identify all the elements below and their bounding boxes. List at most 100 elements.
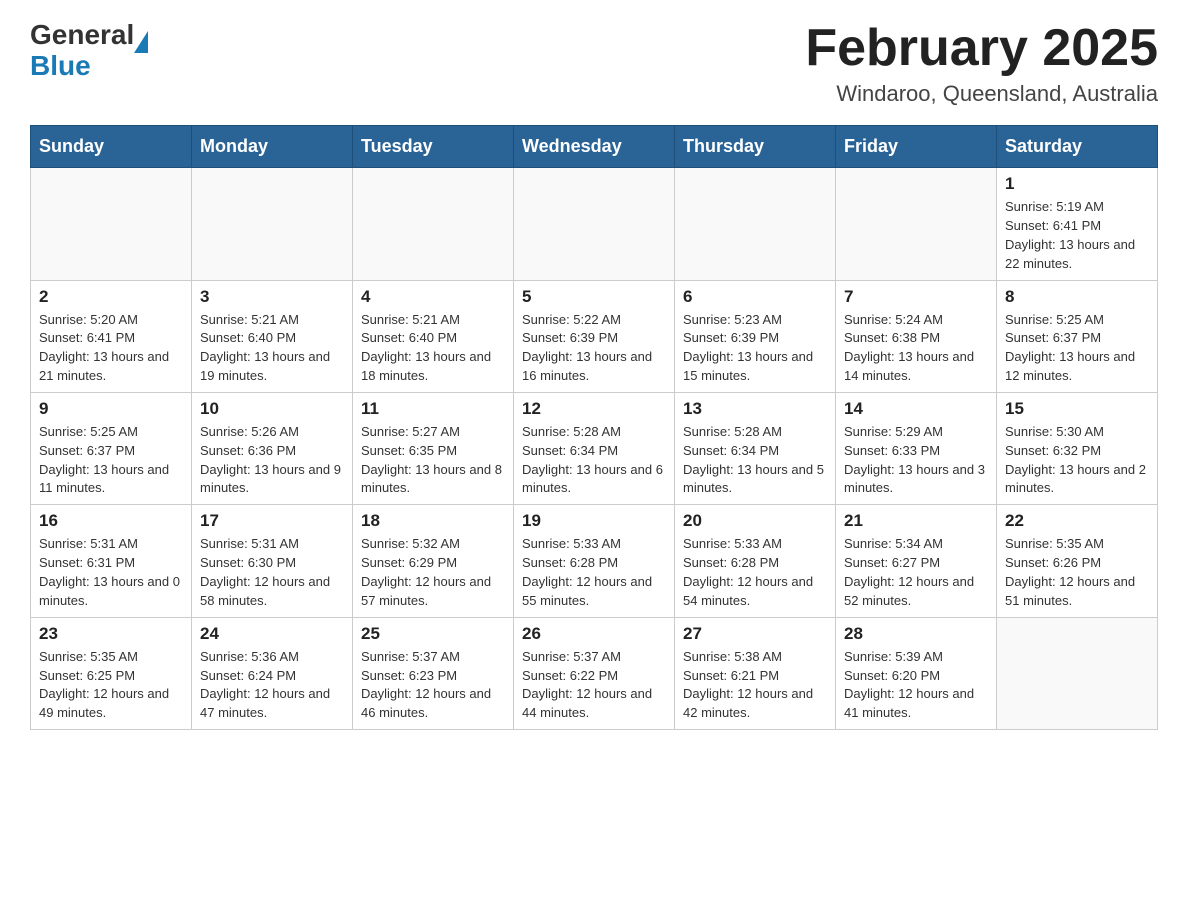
calendar-title: February 2025 <box>805 20 1158 77</box>
day-number: 7 <box>844 287 988 307</box>
calendar-cell: 7Sunrise: 5:24 AM Sunset: 6:38 PM Daylig… <box>836 280 997 392</box>
cell-content: 19 Sunrise: 5:33 AM Sunset: 6:28 PM Dayli… <box>522 511 666 610</box>
week-row-4: 16Sunrise: 5:31 AM Sunset: 6:31 PM Dayli… <box>31 505 1158 617</box>
calendar-cell <box>192 168 353 280</box>
day-number: 12 <box>522 399 666 419</box>
day-info: Sunrise: 5:23 AM Sunset: 6:39 PM Dayligh… <box>683 311 827 386</box>
cell-content: 27 Sunrise: 5:38 AM Sunset: 6:21 PM Dayli… <box>683 624 827 723</box>
day-number: 19 <box>522 511 666 531</box>
day-number: 11 <box>361 399 505 419</box>
day-number: 9 <box>39 399 183 419</box>
header-friday: Friday <box>836 126 997 168</box>
calendar-cell: 2 Sunrise: 5:20 AM Sunset: 6:41 PM Daylig… <box>31 280 192 392</box>
calendar-cell <box>997 617 1158 729</box>
day-info: Sunrise: 5:33 AM Sunset: 6:28 PM Dayligh… <box>683 535 827 610</box>
day-number: 21 <box>844 511 988 531</box>
day-info: Sunrise: 5:29 AM Sunset: 6:33 PM Dayligh… <box>844 423 988 498</box>
day-info: Sunrise: 5:37 AM Sunset: 6:22 PM Dayligh… <box>522 648 666 723</box>
cell-content: 18Sunrise: 5:32 AM Sunset: 6:29 PM Dayli… <box>361 511 505 610</box>
logo: General Blue <box>30 20 148 82</box>
logo-blue-text: Blue <box>30 50 91 81</box>
calendar-cell: 24 Sunrise: 5:36 AM Sunset: 6:24 PM Dayli… <box>192 617 353 729</box>
cell-content: 2 Sunrise: 5:20 AM Sunset: 6:41 PM Daylig… <box>39 287 183 386</box>
calendar-subtitle: Windaroo, Queensland, Australia <box>805 81 1158 107</box>
day-info: Sunrise: 5:21 AM Sunset: 6:40 PM Dayligh… <box>361 311 505 386</box>
day-number: 17 <box>200 511 344 531</box>
day-info: Sunrise: 5:33 AM Sunset: 6:28 PM Dayligh… <box>522 535 666 610</box>
day-number: 16 <box>39 511 183 531</box>
day-number: 14 <box>844 399 988 419</box>
day-info: Sunrise: 5:34 AM Sunset: 6:27 PM Dayligh… <box>844 535 988 610</box>
day-info: Sunrise: 5:30 AM Sunset: 6:32 PM Dayligh… <box>1005 423 1149 498</box>
day-info: Sunrise: 5:39 AM Sunset: 6:20 PM Dayligh… <box>844 648 988 723</box>
day-info: Sunrise: 5:37 AM Sunset: 6:23 PM Dayligh… <box>361 648 505 723</box>
cell-content: 11 Sunrise: 5:27 AM Sunset: 6:35 PM Dayli… <box>361 399 505 498</box>
calendar-cell: 19 Sunrise: 5:33 AM Sunset: 6:28 PM Dayli… <box>514 505 675 617</box>
calendar-cell: 14 Sunrise: 5:29 AM Sunset: 6:33 PM Dayli… <box>836 392 997 504</box>
day-number: 24 <box>200 624 344 644</box>
day-number: 2 <box>39 287 183 307</box>
calendar-cell: 5Sunrise: 5:22 AM Sunset: 6:39 PM Daylig… <box>514 280 675 392</box>
day-info: Sunrise: 5:31 AM Sunset: 6:30 PM Dayligh… <box>200 535 344 610</box>
cell-content: 9 Sunrise: 5:25 AM Sunset: 6:37 PM Daylig… <box>39 399 183 498</box>
cell-content: 7Sunrise: 5:24 AM Sunset: 6:38 PM Daylig… <box>844 287 988 386</box>
calendar-cell: 18Sunrise: 5:32 AM Sunset: 6:29 PM Dayli… <box>353 505 514 617</box>
day-info: Sunrise: 5:27 AM Sunset: 6:35 PM Dayligh… <box>361 423 505 498</box>
day-info: Sunrise: 5:38 AM Sunset: 6:21 PM Dayligh… <box>683 648 827 723</box>
cell-content: 13Sunrise: 5:28 AM Sunset: 6:34 PM Dayli… <box>683 399 827 498</box>
calendar-cell: 4 Sunrise: 5:21 AM Sunset: 6:40 PM Daylig… <box>353 280 514 392</box>
cell-content: 22Sunrise: 5:35 AM Sunset: 6:26 PM Dayli… <box>1005 511 1149 610</box>
calendar-table: Sunday Monday Tuesday Wednesday Thursday… <box>30 125 1158 730</box>
calendar-cell: 21 Sunrise: 5:34 AM Sunset: 6:27 PM Dayli… <box>836 505 997 617</box>
cell-content: 5Sunrise: 5:22 AM Sunset: 6:39 PM Daylig… <box>522 287 666 386</box>
calendar-cell: 28Sunrise: 5:39 AM Sunset: 6:20 PM Dayli… <box>836 617 997 729</box>
day-number: 27 <box>683 624 827 644</box>
day-info: Sunrise: 5:35 AM Sunset: 6:25 PM Dayligh… <box>39 648 183 723</box>
cell-content: 8Sunrise: 5:25 AM Sunset: 6:37 PM Daylig… <box>1005 287 1149 386</box>
calendar-cell: 25 Sunrise: 5:37 AM Sunset: 6:23 PM Dayli… <box>353 617 514 729</box>
calendar-cell <box>353 168 514 280</box>
day-info: Sunrise: 5:28 AM Sunset: 6:34 PM Dayligh… <box>683 423 827 498</box>
day-number: 15 <box>1005 399 1149 419</box>
calendar-cell: 3Sunrise: 5:21 AM Sunset: 6:40 PM Daylig… <box>192 280 353 392</box>
header-tuesday: Tuesday <box>353 126 514 168</box>
cell-content: 10Sunrise: 5:26 AM Sunset: 6:36 PM Dayli… <box>200 399 344 498</box>
day-number: 10 <box>200 399 344 419</box>
day-number: 20 <box>683 511 827 531</box>
cell-content: 17 Sunrise: 5:31 AM Sunset: 6:30 PM Dayli… <box>200 511 344 610</box>
cell-content: 12 Sunrise: 5:28 AM Sunset: 6:34 PM Dayli… <box>522 399 666 498</box>
title-block: February 2025 Windaroo, Queensland, Aust… <box>805 20 1158 107</box>
calendar-cell: 23Sunrise: 5:35 AM Sunset: 6:25 PM Dayli… <box>31 617 192 729</box>
header-saturday: Saturday <box>997 126 1158 168</box>
cell-content: 25 Sunrise: 5:37 AM Sunset: 6:23 PM Dayli… <box>361 624 505 723</box>
calendar-cell: 27 Sunrise: 5:38 AM Sunset: 6:21 PM Dayli… <box>675 617 836 729</box>
header-thursday: Thursday <box>675 126 836 168</box>
day-number: 3 <box>200 287 344 307</box>
calendar-cell: 8Sunrise: 5:25 AM Sunset: 6:37 PM Daylig… <box>997 280 1158 392</box>
day-number: 6 <box>683 287 827 307</box>
calendar-cell: 6 Sunrise: 5:23 AM Sunset: 6:39 PM Daylig… <box>675 280 836 392</box>
cell-content: 14 Sunrise: 5:29 AM Sunset: 6:33 PM Dayli… <box>844 399 988 498</box>
cell-content: 3Sunrise: 5:21 AM Sunset: 6:40 PM Daylig… <box>200 287 344 386</box>
cell-content: 24 Sunrise: 5:36 AM Sunset: 6:24 PM Dayli… <box>200 624 344 723</box>
day-number: 25 <box>361 624 505 644</box>
calendar-cell: 9 Sunrise: 5:25 AM Sunset: 6:37 PM Daylig… <box>31 392 192 504</box>
day-number: 26 <box>522 624 666 644</box>
logo-triangle-icon <box>134 31 148 53</box>
day-info: Sunrise: 5:28 AM Sunset: 6:34 PM Dayligh… <box>522 423 666 498</box>
day-info: Sunrise: 5:25 AM Sunset: 6:37 PM Dayligh… <box>39 423 183 498</box>
header-monday: Monday <box>192 126 353 168</box>
day-number: 8 <box>1005 287 1149 307</box>
calendar-cell <box>675 168 836 280</box>
day-number: 4 <box>361 287 505 307</box>
calendar-cell: 12 Sunrise: 5:28 AM Sunset: 6:34 PM Dayli… <box>514 392 675 504</box>
day-info: Sunrise: 5:19 AM Sunset: 6:41 PM Dayligh… <box>1005 198 1149 273</box>
header-wednesday: Wednesday <box>514 126 675 168</box>
day-info: Sunrise: 5:36 AM Sunset: 6:24 PM Dayligh… <box>200 648 344 723</box>
cell-content: 20 Sunrise: 5:33 AM Sunset: 6:28 PM Dayli… <box>683 511 827 610</box>
calendar-cell: 22Sunrise: 5:35 AM Sunset: 6:26 PM Dayli… <box>997 505 1158 617</box>
day-info: Sunrise: 5:20 AM Sunset: 6:41 PM Dayligh… <box>39 311 183 386</box>
calendar-cell: 26 Sunrise: 5:37 AM Sunset: 6:22 PM Dayli… <box>514 617 675 729</box>
calendar-cell <box>836 168 997 280</box>
cell-content: 26 Sunrise: 5:37 AM Sunset: 6:22 PM Dayli… <box>522 624 666 723</box>
